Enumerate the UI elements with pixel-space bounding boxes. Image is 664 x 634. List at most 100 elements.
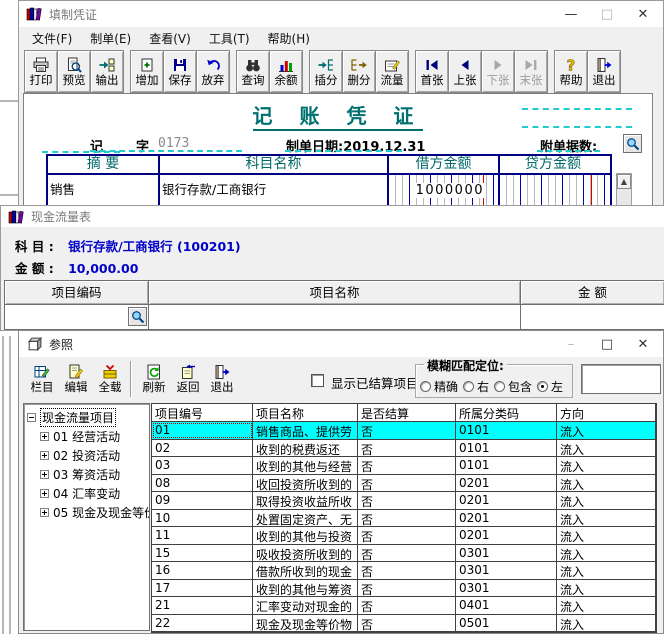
tree-item-3[interactable]: 04 汇率变动 [40,484,149,503]
reference-table-cell[interactable]: 收到的其他与经营 [253,457,358,474]
item-name-cell[interactable] [148,305,521,330]
reference-table-cell[interactable]: 08 [152,475,253,492]
menu-item-1[interactable]: 制单(E) [81,28,140,49]
reference-table-cell[interactable]: 0301 [456,545,557,562]
reference-table-cell[interactable]: 收回投资所收到的 [253,475,358,492]
reference-table-cell[interactable]: 否 [358,545,456,562]
match-option-3[interactable]: 左 [537,378,563,395]
reference-table-row-17[interactable]: 17收到的其他与筹资否0301流入 [152,580,656,598]
tree-item-label[interactable]: 04 汇率变动 [53,485,120,502]
reference-table-cell[interactable]: 17 [152,580,253,597]
reference-table-row-01[interactable]: 01销售商品、提供劳否0101流入 [152,422,656,440]
flow-button[interactable]: 流量 [375,50,409,93]
match-option-2[interactable]: 包含 [494,378,532,395]
maximize-icon[interactable]: □ [589,331,625,357]
reference-table-cell[interactable]: 否 [358,457,456,474]
reference-table-cell[interactable]: 流入 [557,545,656,562]
menu-item-2[interactable]: 查看(V) [140,28,200,49]
prev-button[interactable]: 上张 [448,50,482,93]
refresh-button[interactable]: 刷新 [137,359,171,399]
exit-button[interactable]: 退出 [205,359,239,399]
tree-root-label[interactable]: 现金流量项目 [40,408,116,427]
columns-button[interactable]: 栏目 [25,359,59,399]
reference-table-row-02[interactable]: 02收到的税费返还否0101流入 [152,440,656,458]
locate-input[interactable] [581,364,661,394]
balance-button[interactable]: 余额 [269,50,303,93]
reference-table-cell[interactable]: 取得投资收益所收 [253,492,358,509]
reference-table-cell[interactable]: 03 [152,457,253,474]
reference-table-cell[interactable]: 0201 [456,510,557,527]
reference-table-cell[interactable]: 02 [152,440,253,457]
reference-table-cell[interactable]: 处置固定资产、无 [253,510,358,527]
reference-table-row-22[interactable]: 22现金及现金等价物否0501流入 [152,615,656,633]
expand-icon[interactable] [40,489,49,498]
close-icon[interactable]: ✕ [625,331,661,357]
expand-icon[interactable] [40,470,49,479]
menu-item-3[interactable]: 工具(T) [200,28,259,49]
reference-table-cell[interactable]: 16 [152,562,253,579]
expand-icon[interactable] [40,451,49,460]
voucher-number[interactable]: 0173 [158,136,189,151]
reference-table-cell[interactable]: 流入 [557,457,656,474]
menu-item-4[interactable]: 帮助(H) [259,28,319,49]
delete-split-button[interactable]: 删分 [342,50,376,93]
maximize-icon[interactable]: □ [589,1,625,27]
add-button[interactable]: 增加 [130,50,164,93]
print-button[interactable]: 打印 [24,50,58,93]
tree-item-label[interactable]: 01 经营活动 [53,428,120,445]
reference-table-cell[interactable]: 01 [152,422,253,439]
reference-table-cell[interactable]: 流入 [557,475,656,492]
reference-table-cell[interactable]: 收到的其他与筹资 [253,580,358,597]
reference-table-cell[interactable]: 0101 [456,457,557,474]
radio-icon[interactable] [420,381,431,392]
reference-table-cell[interactable]: 0301 [456,580,557,597]
tree-item-label[interactable]: 05 现金及现金等价 [53,504,150,521]
reference-table-cell[interactable]: 15 [152,545,253,562]
reference-table-cell[interactable]: 22 [152,615,253,632]
reference-table-cell[interactable]: 0101 [456,422,557,439]
reference-table-cell[interactable]: 0201 [456,475,557,492]
output-button[interactable]: 输出 [90,50,124,93]
reference-table-cell[interactable]: 否 [358,475,456,492]
reference-table-cell[interactable]: 流入 [557,422,656,439]
reference-table-cell[interactable]: 收到的其他与投资 [253,527,358,544]
reference-table-cell[interactable]: 0401 [456,597,557,614]
reference-table-row-15[interactable]: 15吸收投资所收到的否0301流入 [152,545,656,563]
credit-amount-cell[interactable] [500,175,606,201]
tree-item-0[interactable]: 01 经营活动 [40,427,149,446]
reference-table-cell[interactable]: 借款所收到的现金 [253,562,358,579]
reference-table-cell[interactable]: 流入 [557,440,656,457]
reference-table-cell[interactable]: 流入 [557,562,656,579]
reference-table-row-16[interactable]: 16借款所收到的现金否0301流入 [152,562,656,580]
show-settled-checkbox[interactable] [311,374,324,387]
exit-button[interactable]: 退出 [587,50,621,93]
reference-table-row-08[interactable]: 08收回投资所收到的否0201流入 [152,475,656,493]
reference-table-cell[interactable]: 流入 [557,615,656,632]
help-button[interactable]: ?帮助 [554,50,588,93]
tree-item-label[interactable]: 03 筹资活动 [53,466,120,483]
reference-table-cell[interactable]: 0201 [456,492,557,509]
reference-table-row-10[interactable]: 10处置固定资产、无否0201流入 [152,510,656,528]
query-button[interactable]: 查询 [236,50,270,93]
reference-table-cell[interactable]: 11 [152,527,253,544]
first-button[interactable]: 首张 [415,50,449,93]
reference-table-cell[interactable]: 收到的税费返还 [253,440,358,457]
debit-amount-cell[interactable]: 1000000 [389,175,500,201]
reference-table-cell[interactable]: 否 [358,440,456,457]
match-option-0[interactable]: 精确 [420,378,458,395]
reference-table-row-03[interactable]: 03收到的其他与经营否0101流入 [152,457,656,475]
reference-table-cell[interactable]: 现金及现金等价物 [253,615,358,632]
reference-table-cell[interactable]: 流入 [557,597,656,614]
collapse-icon[interactable] [27,413,36,422]
tree-item-4[interactable]: 05 现金及现金等价 [40,503,149,522]
discard-button[interactable]: 放弃 [196,50,230,93]
reference-table-cell[interactable]: 流入 [557,492,656,509]
summary-cell[interactable]: 销售 [48,175,160,201]
preview-button[interactable]: 预览 [57,50,91,93]
reference-table-cell[interactable]: 0301 [456,562,557,579]
reference-table-cell[interactable]: 流入 [557,580,656,597]
item-code-cell[interactable] [4,305,149,330]
reference-table-cell[interactable]: 否 [358,580,456,597]
reference-table-cell[interactable]: 0101 [456,440,557,457]
reference-table-cell[interactable]: 否 [358,422,456,439]
